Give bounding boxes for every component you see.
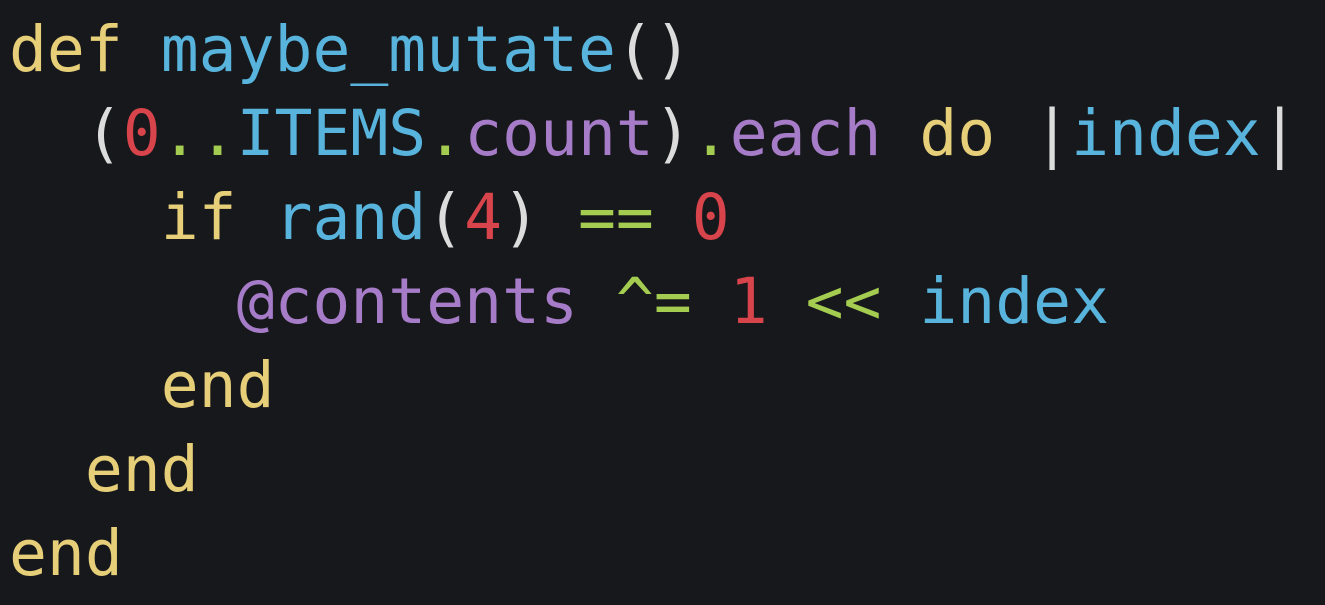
token-pun	[578, 265, 616, 338]
token-kw: end	[84, 433, 199, 506]
token-num: 0	[691, 181, 730, 254]
code-line-5[interactable]: end	[9, 344, 1299, 428]
token-pun	[654, 181, 692, 254]
token-pun: |	[1260, 97, 1299, 170]
token-kw: end	[160, 349, 275, 422]
token-op: ^=	[615, 265, 692, 338]
token-mem: count	[464, 97, 654, 170]
token-op: .	[691, 97, 730, 170]
token-kw: end	[9, 517, 123, 590]
token-fn: ITEMS	[236, 97, 427, 170]
token-pun: (	[84, 97, 123, 170]
token-pun	[881, 97, 919, 170]
token-kw: def	[9, 13, 123, 86]
token-num: 1	[729, 265, 768, 338]
code-line-7[interactable]: end	[9, 512, 1299, 596]
token-pun	[692, 265, 730, 338]
token-num: 4	[464, 181, 503, 254]
code-block[interactable]: def maybe_mutate() (0..ITEMS.count).each…	[9, 8, 1299, 596]
token-op: ==	[577, 181, 654, 254]
token-pun: |	[995, 97, 1072, 170]
token-num: 0	[122, 97, 161, 170]
code-line-3[interactable]: if rand(4) == 0	[9, 176, 1299, 260]
token-op: <<	[805, 265, 882, 338]
code-line-2[interactable]: (0..ITEMS.count).each do |index|	[9, 92, 1299, 176]
token-pun: )	[502, 181, 578, 254]
token-pun	[123, 13, 161, 86]
code-line-6[interactable]: end	[9, 428, 1299, 512]
token-kw: do	[919, 97, 996, 170]
token-pun: (	[426, 181, 465, 254]
token-pun	[237, 181, 275, 254]
code-line-4[interactable]: @contents ^= 1 << index	[9, 260, 1299, 344]
token-kw: if	[160, 181, 237, 254]
token-fn: maybe_mutate	[160, 13, 616, 86]
token-pun	[768, 265, 806, 338]
code-editor[interactable]: def maybe_mutate() (0..ITEMS.count).each…	[0, 0, 1325, 605]
token-mem: each	[729, 97, 882, 170]
token-pun	[881, 265, 919, 338]
token-mem: @contents	[236, 265, 578, 338]
code-line-1[interactable]: def maybe_mutate()	[9, 8, 1299, 92]
token-op: .	[426, 97, 465, 170]
token-pun: )	[653, 97, 692, 170]
token-pun: ()	[615, 13, 692, 86]
token-op: ..	[160, 97, 237, 170]
token-fn: rand	[274, 181, 427, 254]
token-fn: index	[1071, 97, 1261, 170]
token-fn: index	[919, 265, 1110, 338]
